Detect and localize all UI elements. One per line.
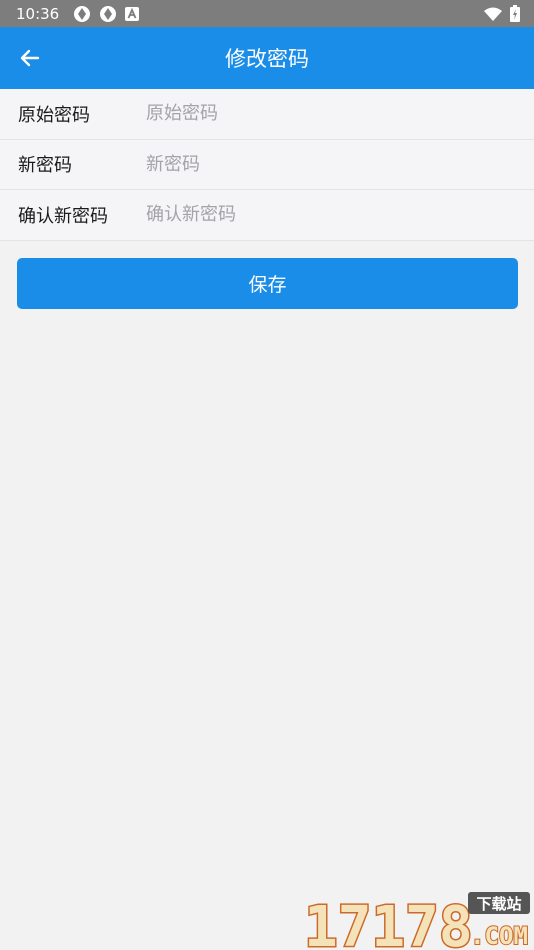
wifi-icon bbox=[484, 7, 502, 21]
battery-charging-icon bbox=[510, 5, 520, 22]
status-system-icons bbox=[484, 5, 520, 22]
original-password-row: 原始密码 bbox=[0, 89, 534, 140]
original-password-label: 原始密码 bbox=[18, 104, 90, 126]
new-password-input[interactable] bbox=[146, 153, 534, 175]
watermark-domain: .COM bbox=[470, 922, 528, 950]
watermark-badge: 下载站 bbox=[476, 895, 521, 913]
back-button[interactable] bbox=[16, 44, 44, 72]
sync-icon bbox=[74, 5, 91, 22]
app-bar: 修改密码 bbox=[0, 27, 534, 89]
notification-a-icon bbox=[125, 6, 140, 21]
status-notification-icons bbox=[73, 5, 140, 23]
status-bar: 10:36 bbox=[0, 0, 534, 27]
confirm-password-label: 确认新密码 bbox=[18, 205, 108, 227]
site-watermark: 17178 下载站 .COM bbox=[303, 892, 530, 950]
new-password-row: 新密码 bbox=[0, 140, 534, 190]
arrow-left-icon bbox=[20, 49, 40, 67]
sync-icon bbox=[100, 5, 117, 22]
confirm-password-input[interactable] bbox=[146, 204, 534, 226]
save-button[interactable]: 保存 bbox=[17, 257, 518, 309]
original-password-input[interactable] bbox=[146, 103, 534, 125]
watermark-number: 17178 bbox=[304, 895, 473, 950]
status-time: 10:36 bbox=[16, 4, 60, 23]
page-title: 修改密码 bbox=[225, 47, 309, 71]
password-form: 原始密码 新密码 确认新密码 bbox=[0, 89, 534, 241]
new-password-label: 新密码 bbox=[18, 155, 72, 177]
confirm-password-row: 确认新密码 bbox=[0, 190, 534, 241]
